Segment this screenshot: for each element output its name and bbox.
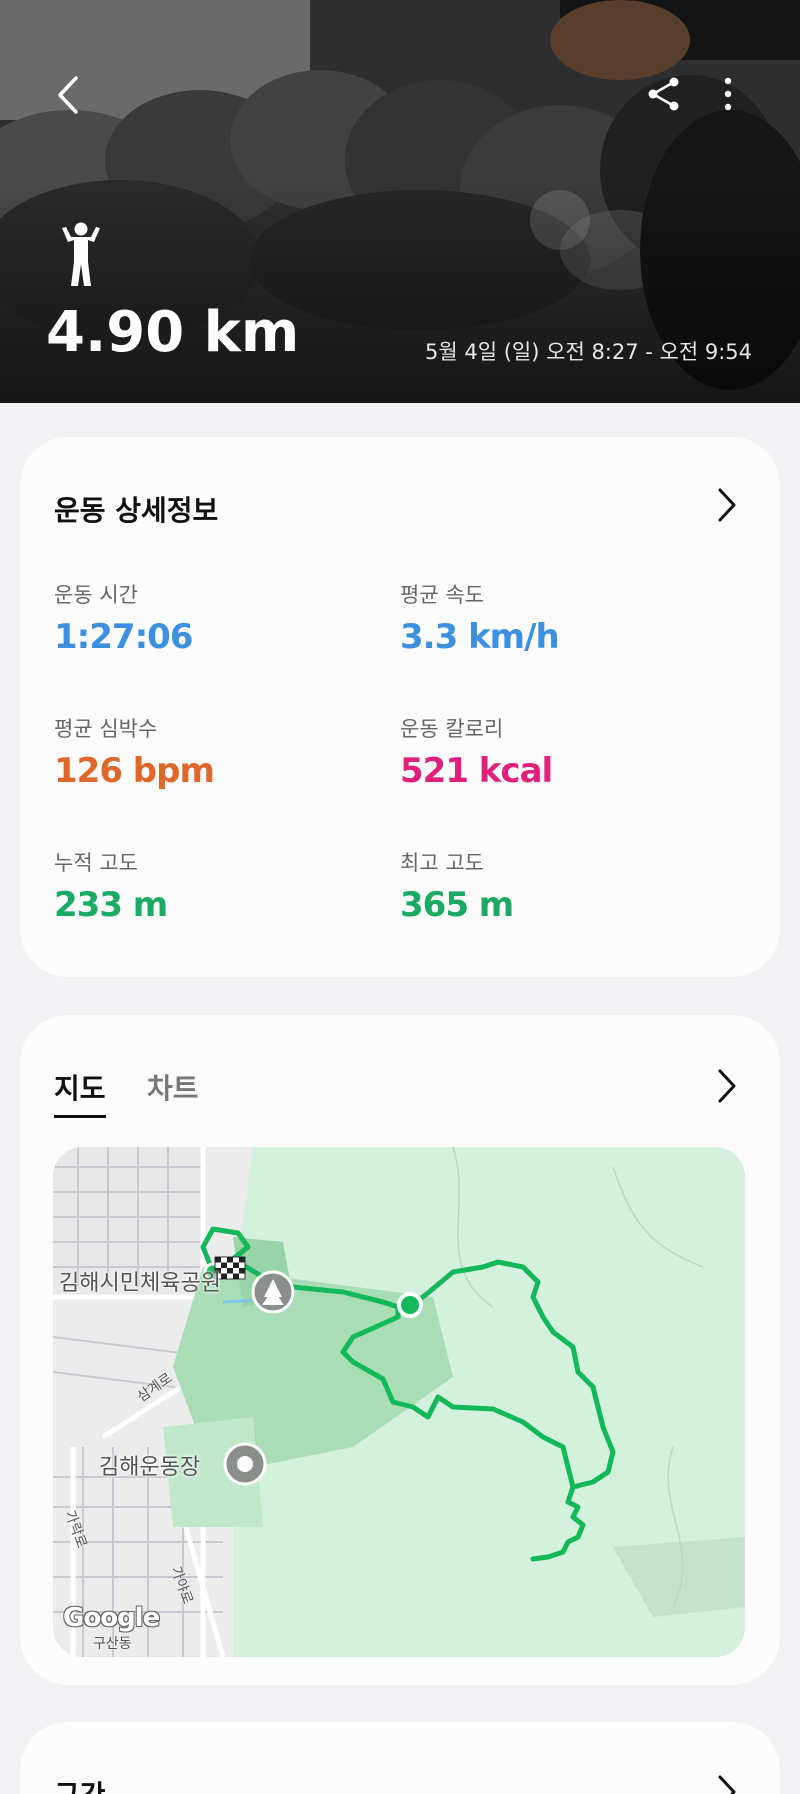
google-logo: Google [63, 1603, 160, 1633]
metric-elevation-gain: 누적 고도 233 m [54, 847, 354, 925]
metric-label: 평균 속도 [400, 583, 484, 607]
metric-label: 운동 시간 [54, 583, 138, 607]
metric-average-speed: 평균 속도 3.3 km/h [400, 579, 700, 657]
chevron-right-icon[interactable] [712, 485, 740, 525]
metric-value: 3.3 km/h [400, 617, 560, 657]
poi-label-gimhae-sports-park: 김해시민체육공원 [59, 1271, 221, 1296]
metric-value: 233 m [54, 885, 168, 925]
metric-value: 1:27:06 [54, 617, 193, 657]
metric-max-elevation: 최고 고도 365 m [400, 847, 700, 925]
tab-chart[interactable]: 차트 [147, 1067, 199, 1115]
details-title: 운동 상세정보 [54, 494, 219, 527]
sections-title: 구간 [54, 1774, 106, 1794]
hero-gradient [0, 183, 800, 403]
poi-label-gimhae-stadium: 김해운동장 [99, 1455, 201, 1480]
metric-value: 365 m [400, 885, 514, 925]
chevron-left-icon [58, 76, 78, 114]
sections-card: 구간 [20, 1722, 780, 1794]
map-canvas [53, 1147, 745, 1657]
metric-label: 운동 칼로리 [400, 717, 504, 741]
total-distance: 4.90 km [46, 300, 300, 365]
standing-person-icon [62, 222, 100, 286]
share-button[interactable] [644, 74, 684, 114]
route-map[interactable]: 김해시민체육공원 김해운동장 삼계로 가락로 가야로 구산동 Google [53, 1147, 745, 1657]
more-options-button[interactable] [716, 74, 740, 114]
back-button[interactable] [50, 70, 90, 120]
chevron-right-icon[interactable] [712, 1772, 740, 1794]
tab-map[interactable]: 지도 [54, 1067, 106, 1118]
metric-label: 평균 심박수 [54, 717, 158, 741]
chevron-right-icon[interactable] [712, 1066, 740, 1106]
metric-value: 521 kcal [400, 751, 553, 791]
metric-workout-time: 운동 시간 1:27:06 [54, 579, 354, 657]
more-vertical-icon [724, 77, 732, 111]
metric-label: 누적 고도 [54, 851, 138, 875]
metric-label: 최고 고도 [400, 851, 484, 875]
hero-banner: 4.90 km 5월 4일 (일) 오전 8:27 - 오전 9:54 [0, 0, 800, 403]
share-icon [648, 77, 679, 111]
workout-datetime: 5월 4일 (일) 오전 8:27 - 오전 9:54 [425, 340, 752, 364]
workout-details-card: 운동 상세정보 운동 시간 1:27:06 평균 속도 3.3 km/h 평균 … [20, 437, 780, 977]
metric-calories: 운동 칼로리 521 kcal [400, 713, 700, 791]
area-label-gusan-dong: 구산동 [93, 1636, 132, 1652]
metric-average-heart-rate: 평균 심박수 126 bpm [54, 713, 354, 791]
metric-value: 126 bpm [54, 751, 215, 791]
